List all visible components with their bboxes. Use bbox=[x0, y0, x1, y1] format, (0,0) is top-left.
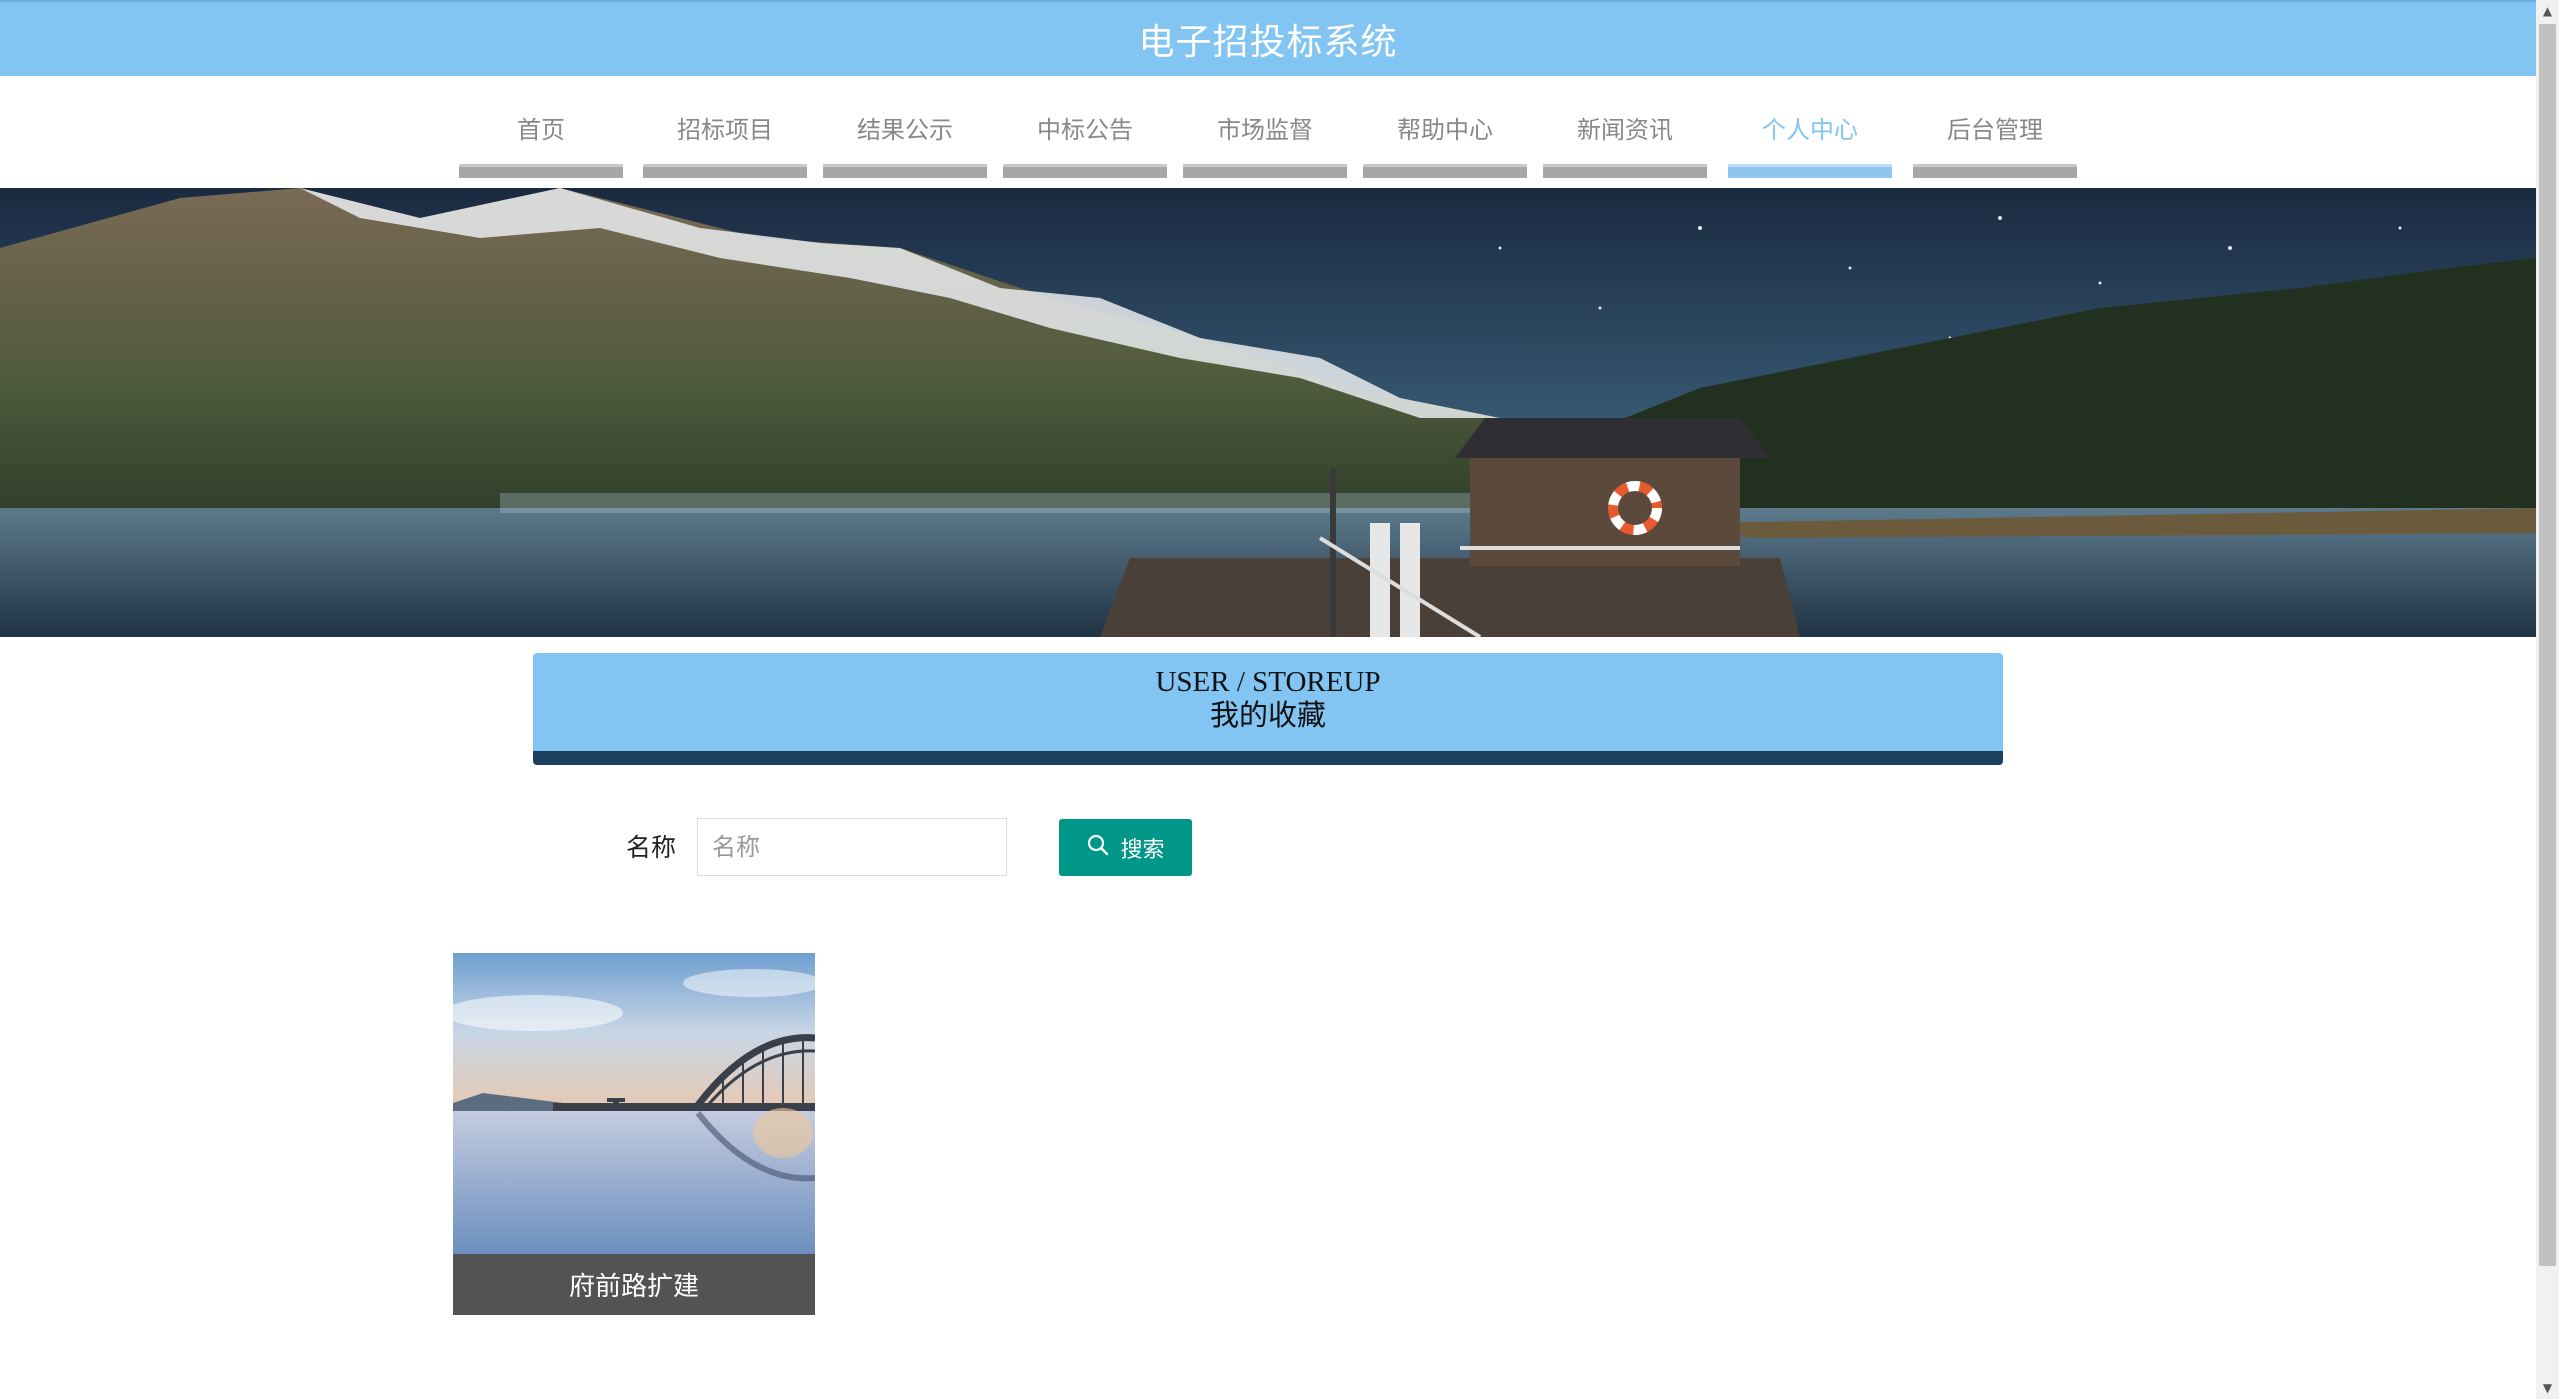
nav-item-label: 帮助中心 bbox=[1397, 116, 1493, 144]
nav-item-label: 市场监督 bbox=[1217, 116, 1313, 144]
lake-landscape-image bbox=[0, 188, 2536, 637]
nav-item-underline bbox=[1728, 164, 1892, 178]
header-bar: 电子招投标系统 bbox=[0, 0, 2536, 76]
nav-item-label: 后台管理 bbox=[1947, 116, 2043, 144]
nav-item-underline bbox=[1003, 164, 1167, 178]
nav-item-underline bbox=[823, 164, 987, 178]
nav-item-news[interactable]: 新闻资讯 bbox=[1543, 76, 1707, 178]
search-button[interactable]: 搜索 bbox=[1059, 819, 1192, 876]
card-title: 府前路扩建 bbox=[453, 1254, 815, 1315]
main-nav: 首页 招标项目 结果公示 中标公告 市场监督 帮助中心 新闻资讯 个人中心 后台… bbox=[0, 76, 2536, 188]
search-label: 名称 bbox=[626, 833, 677, 862]
nav-item-label: 个人中心 bbox=[1762, 116, 1858, 144]
nav-item-underline bbox=[459, 164, 623, 178]
hero-banner bbox=[0, 188, 2536, 637]
nav-item-results[interactable]: 结果公示 bbox=[823, 76, 987, 178]
search-input[interactable] bbox=[697, 818, 1007, 876]
nav-item-award-notices[interactable]: 中标公告 bbox=[1003, 76, 1167, 178]
nav-item-home[interactable]: 首页 bbox=[459, 76, 623, 178]
nav-item-underline bbox=[1913, 164, 2077, 178]
nav-item-market-supervision[interactable]: 市场监督 bbox=[1183, 76, 1347, 178]
nav-item-underline bbox=[1363, 164, 1527, 178]
site-title: 电子招投标系统 bbox=[1138, 22, 1398, 63]
section-header: USER / STOREUP 我的收藏 bbox=[533, 653, 2003, 765]
nav-item-label: 首页 bbox=[517, 116, 565, 144]
favorite-card[interactable]: 府前路扩建 bbox=[453, 953, 815, 1315]
scrollbar-thumb[interactable] bbox=[2539, 24, 2556, 1266]
section-title-cn: 我的收藏 bbox=[1209, 700, 1326, 732]
nav-item-personal-center[interactable]: 个人中心 bbox=[1728, 76, 1892, 178]
scroll-up-icon[interactable]: ▲ bbox=[2536, 0, 2559, 22]
nav-item-tender-projects[interactable]: 招标项目 bbox=[643, 76, 807, 178]
nav-item-help-center[interactable]: 帮助中心 bbox=[1363, 76, 1527, 178]
nav-item-admin[interactable]: 后台管理 bbox=[1913, 76, 2077, 178]
nav-item-label: 新闻资讯 bbox=[1577, 116, 1673, 144]
nav-item-underline bbox=[643, 164, 807, 178]
search-icon bbox=[1086, 833, 1110, 863]
nav-item-label: 招标项目 bbox=[677, 116, 773, 144]
nav-item-label: 结果公示 bbox=[857, 116, 953, 144]
nav-item-underline bbox=[1543, 164, 1707, 178]
card-thumbnail-image bbox=[453, 953, 815, 1254]
scroll-down-icon[interactable]: ▼ bbox=[2536, 1377, 2559, 1399]
nav-item-label: 中标公告 bbox=[1037, 116, 1133, 144]
page-scrollbar[interactable]: ▲ ▼ bbox=[2536, 0, 2559, 1399]
search-button-label: 搜索 bbox=[1120, 837, 1165, 863]
nav-item-underline bbox=[1183, 164, 1347, 178]
section-title-en: USER / STOREUP bbox=[1155, 666, 1381, 698]
